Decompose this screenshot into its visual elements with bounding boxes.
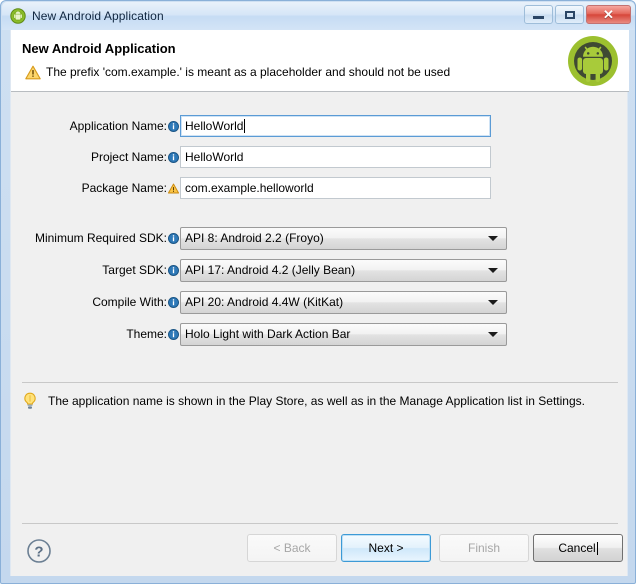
window-title: New Android Application: [32, 9, 164, 23]
finish-button[interactable]: Finish: [439, 534, 529, 562]
compile-with-value: API 20: Android 4.4W (KitKat): [185, 295, 344, 309]
maximize-icon: [564, 10, 575, 19]
field-row-minimum-sdk: Minimum Required SDK: API 8: Android 2.2…: [11, 226, 629, 250]
label-project-name: Project Name:: [90, 150, 167, 164]
label-application-name: Application Name:: [69, 119, 167, 133]
dialog-client-area: New Android Application The prefix 'com.…: [10, 30, 629, 576]
chevron-down-icon: [488, 268, 498, 273]
finish-button-label: Finish: [467, 541, 500, 555]
lightbulb-icon: [22, 392, 38, 410]
maximize-button[interactable]: [555, 5, 584, 24]
project-name-value: HelloWorld: [185, 150, 244, 164]
target-sdk-select[interactable]: API 17: Android 4.2 (Jelly Bean): [180, 258, 507, 282]
svg-text:?: ?: [34, 543, 43, 560]
help-question-icon[interactable]: ?: [26, 538, 52, 564]
minimum-required-sdk-value: API 8: Android 2.2 (Froyo): [185, 231, 324, 245]
page-title: New Android Application: [22, 41, 176, 56]
info-icon[interactable]: [167, 151, 180, 163]
wizard-header: New Android Application The prefix 'com.…: [11, 30, 629, 92]
theme-value: Holo Light with Dark Action Bar: [185, 327, 351, 341]
text-caret: [244, 119, 246, 133]
application-name-input[interactable]: HelloWorld: [180, 115, 491, 137]
package-name-input[interactable]: com.example.helloworld: [180, 177, 491, 199]
minimize-button[interactable]: [524, 5, 553, 24]
label-compile-with: Compile With:: [92, 295, 167, 309]
label-target-sdk: Target SDK:: [102, 263, 167, 277]
wizard-form: Application Name: HelloWorld Project Nam…: [11, 92, 629, 346]
info-icon[interactable]: [167, 120, 180, 132]
compile-with-select[interactable]: API 20: Android 4.4W (KitKat): [180, 290, 507, 314]
back-button[interactable]: < Back: [247, 534, 337, 562]
cancel-button-label: Cancel: [558, 541, 596, 555]
close-icon: ✕: [603, 7, 614, 22]
field-row-project-name: Project Name: HelloWorld: [11, 145, 629, 169]
android-robot-icon: [566, 34, 620, 88]
application-name-value: HelloWorld: [185, 119, 244, 133]
field-row-target-sdk: Target SDK: API 17: Android 4.2 (Jelly B…: [11, 258, 629, 282]
back-button-label: < Back: [273, 541, 311, 555]
chevron-down-icon: [488, 300, 498, 305]
theme-select[interactable]: Holo Light with Dark Action Bar: [180, 322, 507, 346]
field-row-theme: Theme: Holo Light with Dark Action Bar: [11, 322, 629, 346]
info-icon[interactable]: [167, 328, 180, 340]
chevron-down-icon: [488, 332, 498, 337]
field-row-compile-with: Compile With: API 20: Android 4.4W (KitK…: [11, 290, 629, 314]
label-theme: Theme:: [126, 327, 167, 341]
window-controls: ✕: [524, 5, 631, 24]
info-icon[interactable]: [167, 232, 180, 244]
header-warning-message: The prefix 'com.example.' is meant as a …: [46, 65, 451, 79]
next-button[interactable]: Next >: [341, 534, 431, 562]
field-row-package-name: Package Name: com.example.helloworld: [11, 176, 629, 200]
info-icon[interactable]: [167, 264, 180, 276]
minimum-required-sdk-select[interactable]: API 8: Android 2.2 (Froyo): [180, 226, 507, 250]
label-package-name: Package Name:: [81, 181, 167, 195]
field-row-application-name: Application Name: HelloWorld: [11, 114, 629, 138]
dialog-window: New Android Application ✕ New Android Ap…: [0, 0, 636, 584]
android-head-icon: [10, 8, 26, 24]
minimize-icon: [533, 16, 544, 19]
chevron-down-icon: [488, 236, 498, 241]
close-button[interactable]: ✕: [586, 5, 631, 24]
target-sdk-value: API 17: Android 4.2 (Jelly Bean): [185, 263, 356, 277]
info-icon[interactable]: [167, 296, 180, 308]
warning-icon[interactable]: [167, 183, 180, 194]
hint-text: The application name is shown in the Pla…: [48, 394, 585, 408]
button-bar: ? < Back Next > Finish Cancel: [11, 524, 629, 576]
cancel-button[interactable]: Cancel: [533, 534, 623, 562]
hint-area: The application name is shown in the Pla…: [22, 392, 618, 410]
title-bar[interactable]: New Android Application ✕: [2, 2, 635, 30]
project-name-input[interactable]: HelloWorld: [180, 146, 491, 168]
label-minimum-required-sdk: Minimum Required SDK:: [34, 231, 167, 245]
package-name-value: com.example.helloworld: [185, 181, 314, 195]
cancel-caret: [596, 541, 598, 555]
warning-triangle-icon: [25, 65, 41, 80]
next-button-label: Next >: [368, 541, 404, 555]
hint-divider: [22, 382, 618, 383]
